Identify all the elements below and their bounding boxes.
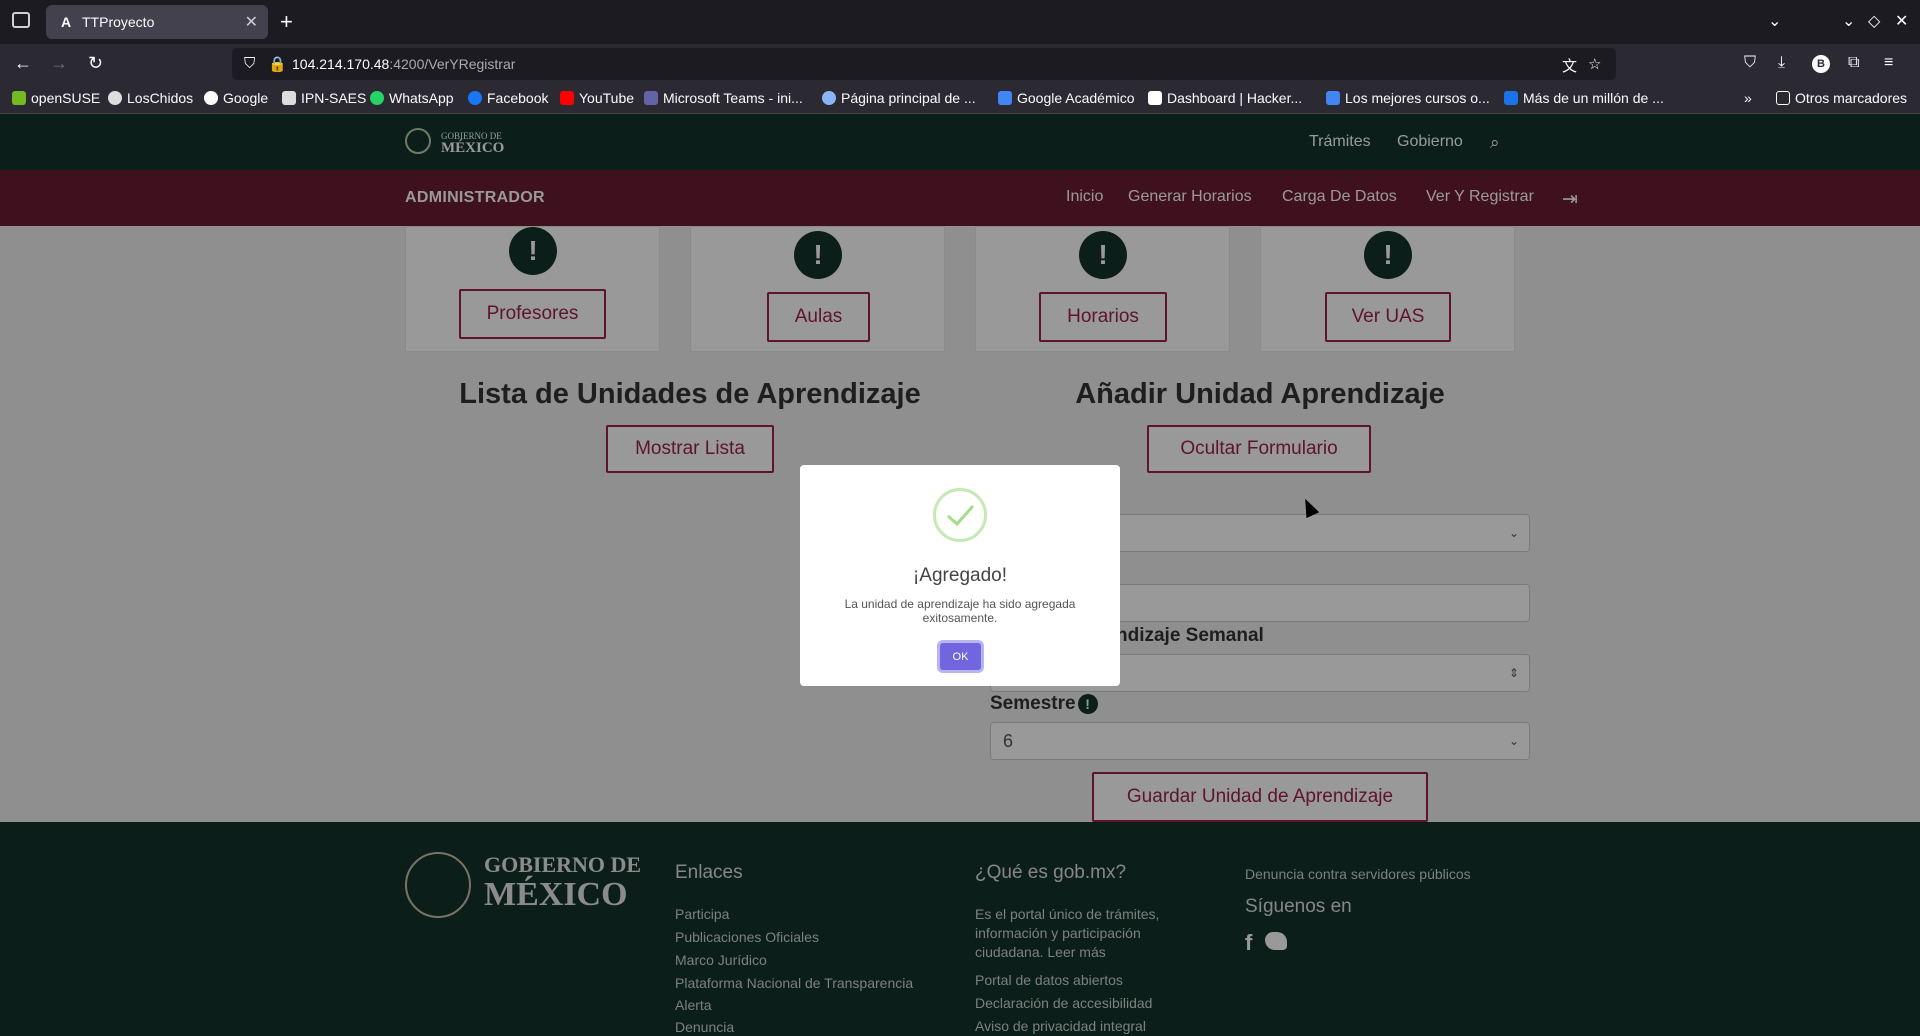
profile-avatar[interactable]: B (1812, 55, 1830, 73)
bookmark-label: YouTube (579, 90, 635, 106)
ok-button[interactable]: OK (940, 643, 981, 670)
browser-nav-bar: ← → ↻ ⛉ 🔒 104.214.170.48:4200/VerYRegist… (0, 44, 1920, 84)
bookmark-label: Microsoft Teams - ini... (663, 90, 803, 106)
downloads-icon[interactable]: ⤓ (1778, 54, 1785, 72)
bookmark-label: openSUSE (31, 90, 101, 106)
folder-icon (1776, 91, 1790, 105)
bookmark-label: Google Académico (1017, 90, 1135, 106)
bookmark-item[interactable]: Google (204, 90, 268, 106)
browser-tab[interactable]: A TTProyecto ✕ (46, 5, 268, 39)
bookmark-label: Google (223, 90, 269, 106)
success-check-icon (933, 488, 987, 542)
bookmark-item[interactable]: Más de un millón de ... (1504, 90, 1664, 106)
bookmark-item[interactable]: IPN-SAES (282, 90, 366, 106)
success-dialog: ¡Agregado! La unidad de aprendizaje ha s… (800, 465, 1120, 686)
books-icon (1504, 91, 1518, 105)
bookmark-item[interactable]: Microsoft Teams - ini... (644, 90, 803, 106)
other-bookmarks-label: Otros marcadores (1795, 90, 1908, 106)
bookmark-label: Los mejores cursos o... (1345, 90, 1490, 106)
whatsapp-icon (370, 91, 384, 105)
bookmark-item[interactable]: LosChidos (108, 90, 193, 106)
bookmark-item[interactable]: Página principal de ... (822, 90, 976, 106)
github-icon (108, 91, 122, 105)
browser-tab-bar: A TTProyecto ✕ + ⌄ ⌄ ◇ ✕ (0, 0, 1920, 44)
lock-icon[interactable]: 🔒 (268, 55, 287, 73)
youtube-icon (560, 91, 574, 105)
dialog-message: La unidad de aprendizaje ha sido agregad… (844, 597, 1076, 625)
courses-icon (1326, 91, 1340, 105)
bookmark-label: Dashboard | Hacker... (1167, 90, 1303, 106)
bookmarks-overflow-icon[interactable]: » (1744, 90, 1752, 106)
bookmark-item[interactable]: Google Académico (998, 90, 1135, 106)
minimize-icon[interactable]: ⌄ (1842, 11, 1855, 31)
bookmark-item[interactable]: Facebook (468, 90, 548, 106)
window-close-icon[interactable]: ✕ (1895, 11, 1908, 31)
tab-close-icon[interactable]: ✕ (245, 12, 258, 32)
new-tab-icon[interactable]: + (280, 9, 293, 35)
bookmark-label: Facebook (487, 90, 549, 106)
extensions-icon[interactable]: ⧉ (1848, 54, 1859, 72)
tab-title: TTProyecto (82, 14, 155, 30)
bookmark-star-icon[interactable]: ☆ (1588, 55, 1601, 73)
facebook-icon (468, 91, 482, 105)
tab-overflow-icon[interactable]: ⌄ (1768, 11, 1781, 31)
reload-icon[interactable]: ↻ (88, 53, 103, 74)
pocket-icon[interactable]: ⛉ (1744, 54, 1756, 72)
google-icon (204, 91, 218, 105)
translate-icon[interactable]: 文 (1562, 55, 1577, 76)
tab-favicon-icon: A (60, 14, 72, 30)
teams-icon (644, 91, 658, 105)
bookmark-label: LosChidos (127, 90, 194, 106)
other-bookmarks[interactable]: Otros marcadores (1776, 90, 1907, 106)
bookmark-label: IPN-SAES (301, 90, 367, 106)
bookmark-item[interactable]: WhatsApp (370, 90, 454, 106)
maximize-icon[interactable]: ◇ (1868, 11, 1880, 31)
opensuse-icon (12, 91, 26, 105)
back-icon[interactable]: ← (14, 53, 32, 74)
site-info-icon[interactable]: ⛉ (244, 55, 255, 72)
hackerrank-icon (1148, 91, 1162, 105)
bookmark-label: Más de un millón de ... (1523, 90, 1664, 106)
dialog-title: ¡Agregado! (912, 565, 1007, 586)
menu-icon[interactable]: ≡ (1884, 54, 1893, 72)
bookmark-item[interactable]: openSUSE (12, 90, 100, 106)
url-bar[interactable]: ⛉ 🔒 104.214.170.48:4200/VerYRegistrar 文 … (232, 48, 1616, 80)
bookmark-item[interactable]: Los mejores cursos o... (1326, 90, 1490, 106)
bookmark-item[interactable]: Dashboard | Hacker... (1148, 90, 1302, 106)
page-icon (822, 91, 836, 105)
bookmarks-bar: openSUSE LosChidos Google IPN-SAES Whats… (0, 84, 1920, 114)
url-path: :4200/VerYRegistrar (389, 56, 516, 72)
ipn-icon (282, 91, 296, 105)
tab-list-icon[interactable] (12, 12, 30, 28)
forward-icon[interactable]: → (50, 53, 68, 74)
url-host: 104.214.170.48 (292, 56, 390, 72)
bookmark-label: Página principal de ... (841, 90, 976, 106)
bookmark-label: WhatsApp (389, 90, 454, 106)
scholar-icon (998, 91, 1012, 105)
bookmark-item[interactable]: YouTube (560, 90, 634, 106)
